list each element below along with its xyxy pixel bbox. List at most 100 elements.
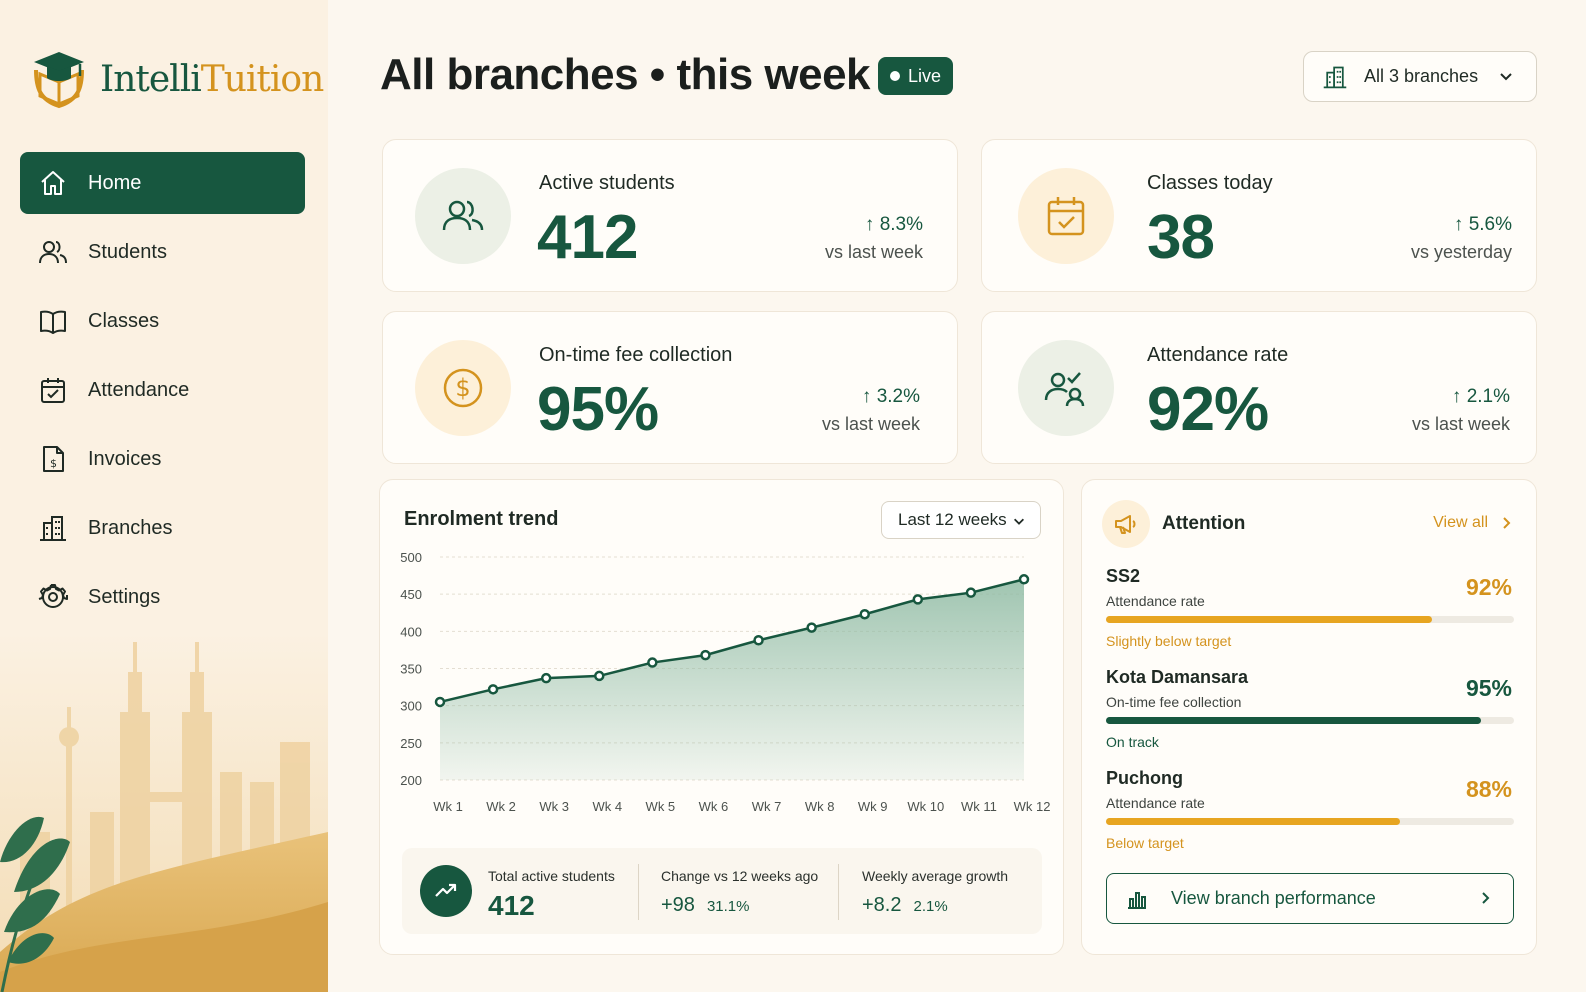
x-tick-label: Wk 9 <box>858 799 888 814</box>
x-tick-label: Wk 8 <box>805 799 835 814</box>
page-title: All branches • this week <box>380 50 871 99</box>
stat-label: Classes today <box>1147 172 1273 194</box>
stat-card-fee-collection[interactable]: $ On-time fee collection 95% ↑ 3.2% vs la… <box>382 311 958 464</box>
attention-item-status: On track <box>1106 734 1159 750</box>
attention-item[interactable]: Kota Damansara On-time fee collection 95… <box>1106 667 1514 750</box>
attention-header: Attention <box>1102 500 1245 548</box>
stat-card-active-students[interactable]: Active students 412 ↑ 8.3% vs last week <box>382 139 958 292</box>
summary-growth-pct: 2.1% <box>913 898 948 915</box>
logo[interactable]: IntelliTuition <box>30 48 324 110</box>
stat-delta-value: 8.3% <box>879 214 923 235</box>
divider <box>638 864 639 920</box>
sidebar-item-attendance[interactable]: Attendance <box>20 359 305 421</box>
x-tick-label: Wk 6 <box>699 799 729 814</box>
sidebar-item-classes[interactable]: Classes <box>20 290 305 352</box>
megaphone-icon <box>1115 515 1136 534</box>
chevron-down-icon <box>1014 518 1024 525</box>
range-select-value: Last 12 weeks <box>898 510 1007 529</box>
stat-icon-circle <box>1018 168 1114 264</box>
gear-icon <box>38 582 68 612</box>
range-select[interactable]: Last 12 weeks <box>881 501 1041 539</box>
calendar-check-icon <box>38 375 68 405</box>
attention-item-status: Slightly below target <box>1106 633 1232 649</box>
brand-name: IntelliTuition <box>100 59 324 100</box>
stat-delta: ↑ 3.2% vs last week <box>780 386 920 435</box>
progress-fill <box>1106 818 1400 825</box>
sidebar-item-students[interactable]: Students <box>20 221 305 283</box>
trending-up-icon <box>435 883 457 897</box>
building-icon <box>1323 66 1347 88</box>
data-point <box>700 649 711 661</box>
sidebar-item-settings[interactable]: Settings <box>20 566 305 628</box>
home-icon <box>38 168 68 198</box>
summary-growth-label: Weekly average growth <box>862 868 1009 884</box>
stat-delta-sub: vs last week <box>824 242 923 262</box>
attention-item[interactable]: SS2 Attendance rate 92% Slightly below t… <box>1106 566 1514 649</box>
skyline-illustration <box>0 632 328 992</box>
view-all-link[interactable]: View all <box>1433 514 1514 532</box>
sidebar-item-label: Home <box>88 171 142 194</box>
stat-icon-circle <box>1018 340 1114 436</box>
summary-growth-value: +8.2 <box>862 894 902 916</box>
sidebar-item-label: Students <box>88 240 167 263</box>
stat-delta-sub: vs last week <box>821 414 920 434</box>
attention-item-pct: 88% <box>1465 776 1512 802</box>
y-tick-label: 450 <box>400 587 422 602</box>
y-tick-label: 400 <box>400 624 422 639</box>
attention-item-metric: On-time fee collection <box>1106 694 1242 710</box>
view-branch-performance-button[interactable]: View branch performance <box>1106 873 1514 924</box>
arrow-up-icon: ↑ <box>864 214 880 235</box>
summary-total-value: 412 <box>488 890 535 921</box>
attention-title: Attention <box>1162 513 1246 534</box>
data-point <box>434 696 446 708</box>
stat-delta-value: 3.2% <box>876 386 920 407</box>
live-badge-label: Live <box>908 65 942 86</box>
x-tick-label: Wk 5 <box>646 799 676 814</box>
data-point <box>647 657 658 668</box>
bar-chart-icon <box>1128 891 1146 909</box>
enrolment-trend-card: Enrolment trend Last 12 weeks 200 250 300 3… <box>379 479 1064 955</box>
attention-item-name: Kota Damansara <box>1106 667 1249 687</box>
progress-track <box>1106 717 1514 724</box>
sidebar-item-label: Invoices <box>88 447 162 470</box>
arrow-up-icon: ↑ <box>861 386 877 407</box>
summary-total: Total active students 412 <box>488 868 615 922</box>
chart-title: Enrolment trend <box>404 508 559 530</box>
stat-delta-sub: vs yesterday <box>1410 242 1512 262</box>
stat-card-attendance-rate[interactable]: Attendance rate 92% ↑ 2.1% vs last week <box>981 311 1537 464</box>
x-tick-label: Wk 1 <box>433 799 463 814</box>
sidebar-item-label: Attendance <box>88 378 190 401</box>
x-tick-label: Wk 7 <box>752 799 782 814</box>
trend-circle <box>420 865 472 917</box>
enrolment-trend-chart: 200 250 300 350 400 450 500 Wk 1 Wk 2 Wk 3 Wk 4 Wk … <box>400 550 1051 814</box>
progress-fill <box>1106 616 1433 623</box>
stat-value: 38 <box>1147 203 1215 272</box>
stat-label: Active students <box>539 172 675 194</box>
sidebar-item-label: Settings <box>88 585 161 608</box>
calendar-check-icon <box>1047 197 1085 236</box>
attention-item[interactable]: Puchong Attendance rate 88% Below target <box>1106 768 1514 851</box>
area-fill <box>440 579 1024 780</box>
attention-item-metric: Attendance rate <box>1106 593 1205 609</box>
data-point <box>859 608 870 620</box>
stat-label: On-time fee collection <box>539 344 733 366</box>
data-point <box>912 594 924 605</box>
attention-item-pct: 92% <box>1465 574 1512 600</box>
sidebar-item-label: Branches <box>88 516 173 539</box>
stat-card-classes-today[interactable]: Classes today 38 ↑ 5.6% vs yesterday <box>981 139 1537 292</box>
stat-delta: ↑ 2.1% vs last week <box>1370 386 1510 435</box>
x-tick-label: Wk 2 <box>486 799 516 814</box>
building-icon <box>38 513 68 543</box>
trend-summary: Total active students 412 Change vs 12 w… <box>402 848 1042 934</box>
x-tick-label: Wk 12 <box>1014 799 1051 814</box>
attention-item-status: Below target <box>1106 835 1184 851</box>
sidebar-item-home[interactable]: Home <box>20 152 305 214</box>
stat-label: Attendance rate <box>1147 344 1289 366</box>
stat-icon-circle <box>415 168 511 264</box>
sidebar-item-branches[interactable]: Branches <box>20 497 305 559</box>
sidebar-item-invoices[interactable]: $ Invoices <box>20 428 305 490</box>
attention-item-pct: 95% <box>1465 675 1512 701</box>
summary-change-pct: 31.1% <box>706 898 750 915</box>
arrow-up-icon: ↑ <box>1453 214 1469 235</box>
branch-select[interactable]: All 3 branches <box>1303 51 1537 102</box>
